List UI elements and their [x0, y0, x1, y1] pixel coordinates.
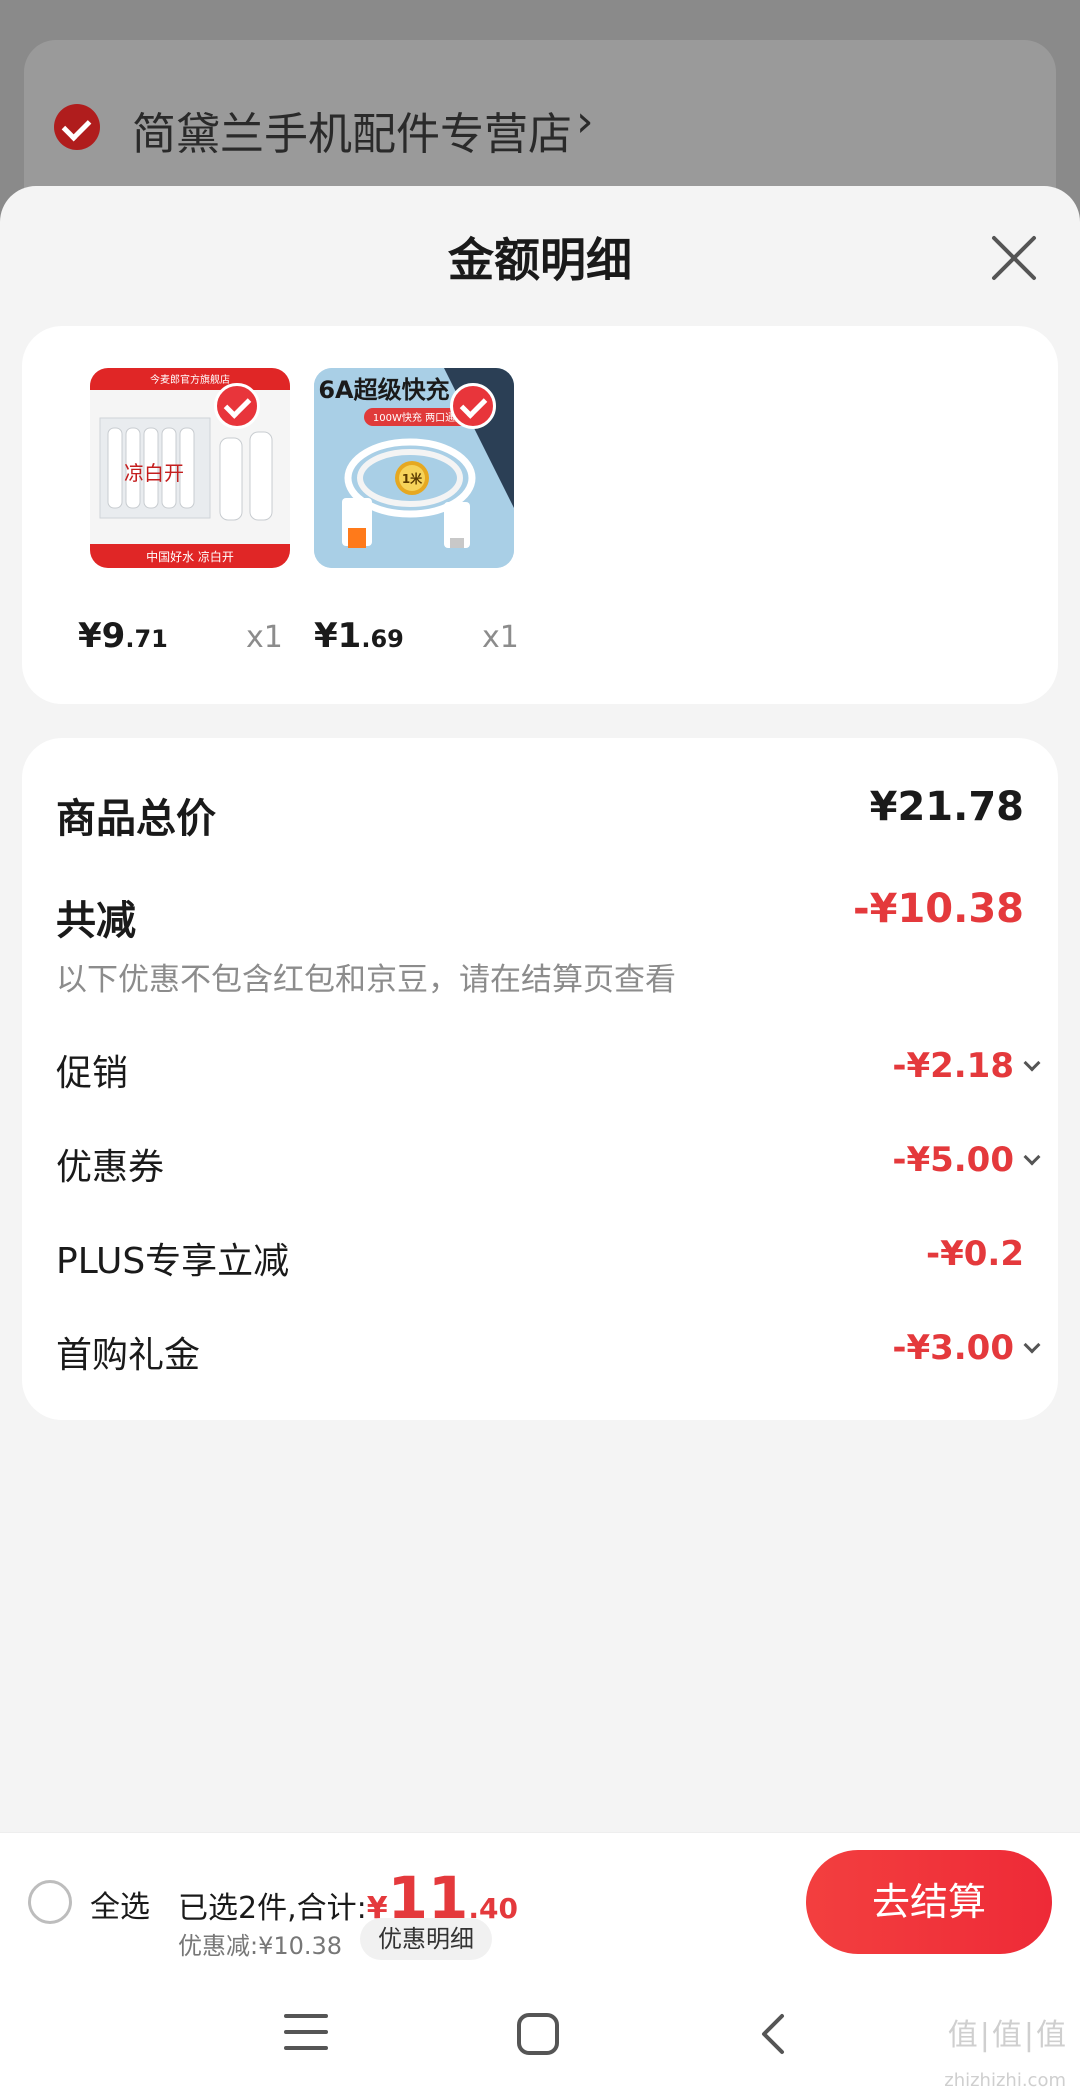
product-1-price-dec: .71: [125, 625, 168, 653]
chevron-right-icon: ›: [576, 96, 594, 147]
screen: 简黛兰手机配件专营店 › 金额明细 今麦郎官方旗舰店 凉白开 中国好水 凉白开 …: [0, 0, 1080, 2100]
close-button[interactable]: [984, 228, 1044, 288]
background-store-name: 简黛兰手机配件专营店: [132, 109, 572, 160]
product-1-top-text: 今麦郎官方旗舰店: [150, 373, 230, 386]
watermark-url: zhizhizhi.com: [944, 2070, 1066, 2091]
background-check-icon: [54, 104, 100, 150]
select-all-checkbox[interactable]: [28, 1880, 72, 1924]
product-2-price-dec: .69: [361, 625, 404, 653]
sheet-title: 金额明细: [448, 233, 632, 287]
checkout-button[interactable]: 去结算: [806, 1850, 1052, 1954]
recent-apps-button[interactable]: [284, 2012, 328, 2056]
discount-summary: 优惠减:¥10.38: [178, 1932, 343, 1960]
plus-discount-value: -¥0.2: [926, 1234, 1024, 1274]
product-2-check-icon[interactable]: [450, 383, 496, 429]
total-reduce-label: 共减: [56, 898, 136, 944]
product-image-water[interactable]: 今麦郎官方旗舰店 凉白开 中国好水 凉白开: [90, 368, 290, 568]
coupon-label: 优惠券: [56, 1147, 165, 1188]
back-button[interactable]: [758, 2012, 788, 2060]
chevron-down-icon: [1023, 1148, 1041, 1166]
product-2-qty: x1: [482, 620, 519, 655]
first-purchase-value: -¥3.00: [892, 1328, 1014, 1368]
plus-discount-label: PLUS专享立减: [56, 1241, 290, 1282]
selected-count-text: 已选2件,合计:: [178, 1891, 367, 1926]
product-2-badge-text: 1米: [402, 471, 423, 486]
reduce-note: 以下优惠不包含红包和京豆，请在结算页查看: [56, 962, 676, 998]
promotion-row[interactable]: -¥2.18: [892, 1046, 1041, 1086]
home-button[interactable]: [516, 2012, 560, 2060]
home-square-icon: [517, 2013, 559, 2055]
product-1-bottom-text: 中国好水 凉白开: [146, 549, 234, 564]
select-all-label[interactable]: 全选: [90, 1882, 150, 1926]
water-pack-image: 今麦郎官方旗舰店 凉白开 中国好水 凉白开: [90, 368, 290, 568]
first-purchase-row[interactable]: -¥3.00: [892, 1328, 1041, 1368]
promotion-value: -¥2.18: [892, 1046, 1014, 1086]
total-price-value: ¥21.78: [869, 784, 1024, 830]
discount-detail-button[interactable]: 优惠明细: [360, 1918, 492, 1960]
product-1-brand-text: 凉白开: [124, 461, 184, 485]
product-1-price-int: ¥9: [78, 616, 126, 656]
coupon-row[interactable]: -¥5.00: [892, 1140, 1041, 1180]
close-icon: [992, 236, 1036, 280]
product-2-price-int: ¥1: [314, 616, 362, 656]
total-price-label: 商品总价: [56, 796, 216, 842]
first-purchase-label: 首购礼金: [56, 1335, 201, 1376]
menu-icon: [284, 2014, 328, 2050]
chevron-down-icon: [1023, 1054, 1041, 1072]
product-1-price: ¥9.71: [78, 616, 168, 656]
product-1-check-icon[interactable]: [214, 383, 260, 429]
watermark-logo: 值|值|值: [947, 2018, 1068, 2053]
back-arrow-icon: [762, 2014, 784, 2054]
total-reduce-value: -¥10.38: [853, 886, 1024, 932]
promotion-label: 促销: [56, 1053, 129, 1094]
product-2-top-text: 6A超级快充: [318, 376, 449, 404]
product-1-qty: x1: [246, 620, 283, 655]
coupon-value: -¥5.00: [892, 1140, 1014, 1180]
chevron-down-icon: [1023, 1336, 1041, 1354]
product-2-price: ¥1.69: [314, 616, 404, 656]
